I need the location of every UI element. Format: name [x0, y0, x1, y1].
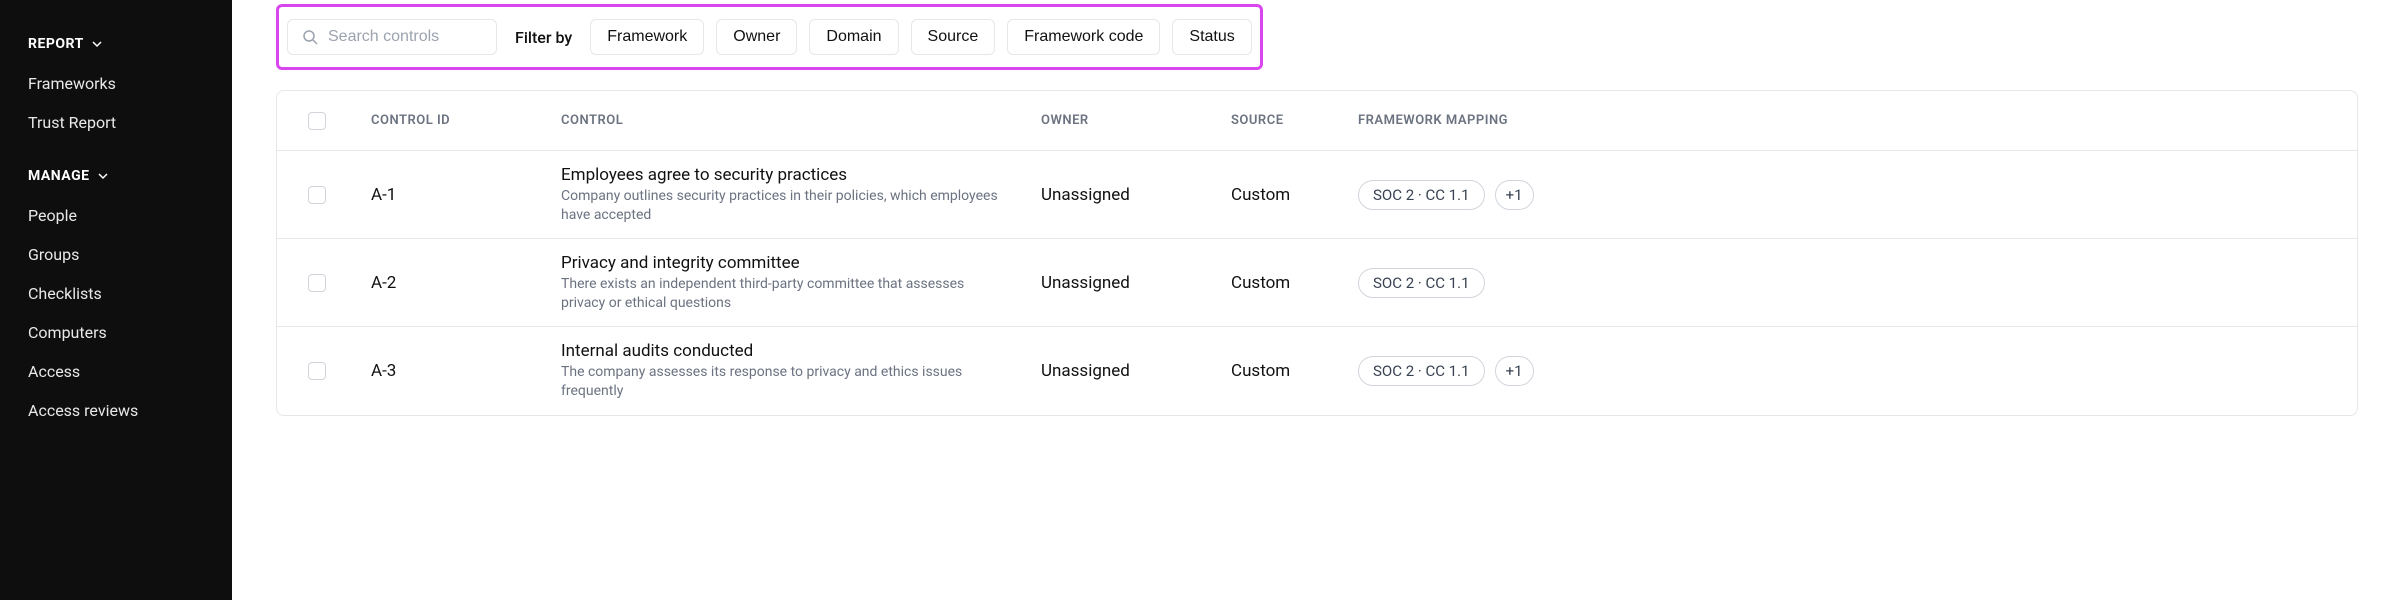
app-root: REPORT Frameworks Trust Report MANAGE Pe… — [0, 0, 2402, 600]
sidebar-section-manage[interactable]: MANAGE — [0, 156, 232, 196]
mapping-pill: SOC 2 · CC 1.1 — [1358, 356, 1485, 386]
control-desc: There exists an independent third-party … — [561, 275, 1001, 313]
sidebar-item-checklists[interactable]: Checklists — [0, 274, 232, 313]
sidebar: REPORT Frameworks Trust Report MANAGE Pe… — [0, 0, 232, 600]
control-title: Internal audits conducted — [561, 341, 1013, 361]
sidebar-item-people[interactable]: People — [0, 196, 232, 235]
th-mapping: FRAMEWORK MAPPING — [1344, 113, 2357, 128]
control-desc: The company assesses its response to pri… — [561, 363, 1001, 401]
control-title: Employees agree to security practices — [561, 165, 1013, 185]
th-control-id: CONTROL ID — [357, 113, 547, 128]
cell-source: Custom — [1217, 361, 1344, 381]
sidebar-item-trust-report[interactable]: Trust Report — [0, 103, 232, 142]
row-checkbox[interactable] — [308, 186, 326, 204]
control-title: Privacy and integrity committee — [561, 253, 1013, 273]
cell-control-id: A-2 — [357, 273, 547, 293]
sidebar-item-access[interactable]: Access — [0, 352, 232, 391]
row-checkbox[interactable] — [308, 274, 326, 292]
controls-table: CONTROL ID CONTROL OWNER SOURCE FRAMEWOR… — [276, 90, 2358, 416]
mapping-pill: SOC 2 · CC 1.1 — [1358, 180, 1485, 210]
table-header-row: CONTROL ID CONTROL OWNER SOURCE FRAMEWOR… — [277, 91, 2357, 151]
cell-owner: Unassigned — [1027, 185, 1217, 205]
cell-owner: Unassigned — [1027, 273, 1217, 293]
sidebar-item-access-reviews[interactable]: Access reviews — [0, 391, 232, 430]
filter-bar: Filter by Framework Owner Domain Source … — [276, 4, 1263, 70]
sidebar-item-groups[interactable]: Groups — [0, 235, 232, 274]
table-row[interactable]: A-3 Internal audits conducted The compan… — [277, 327, 2357, 415]
filter-source[interactable]: Source — [911, 19, 996, 55]
filter-framework[interactable]: Framework — [590, 19, 704, 55]
search-icon — [302, 29, 318, 45]
mapping-pill: SOC 2 · CC 1.1 — [1358, 268, 1485, 298]
main-content: Filter by Framework Owner Domain Source … — [232, 0, 2402, 600]
table-row[interactable]: A-2 Privacy and integrity committee Ther… — [277, 239, 2357, 327]
sidebar-item-computers[interactable]: Computers — [0, 313, 232, 352]
row-checkbox[interactable] — [308, 362, 326, 380]
filter-by-label: Filter by — [509, 28, 578, 47]
mapping-extra-pill: +1 — [1495, 356, 1534, 386]
th-owner: OWNER — [1027, 113, 1217, 128]
mapping-extra-pill: +1 — [1495, 180, 1534, 210]
sidebar-section-label: MANAGE — [28, 168, 90, 184]
caret-down-icon — [92, 41, 102, 48]
table-row[interactable]: A-1 Employees agree to security practice… — [277, 151, 2357, 239]
select-all-checkbox[interactable] — [308, 112, 326, 130]
caret-down-icon — [98, 173, 108, 180]
cell-control-id: A-1 — [357, 185, 547, 205]
control-desc: Company outlines security practices in t… — [561, 187, 1001, 225]
cell-owner: Unassigned — [1027, 361, 1217, 381]
filter-owner[interactable]: Owner — [716, 19, 797, 55]
filter-framework-code[interactable]: Framework code — [1007, 19, 1160, 55]
cell-source: Custom — [1217, 185, 1344, 205]
th-source: SOURCE — [1217, 113, 1344, 128]
search-box[interactable] — [287, 19, 497, 55]
filter-domain[interactable]: Domain — [809, 19, 898, 55]
cell-source: Custom — [1217, 273, 1344, 293]
sidebar-section-report[interactable]: REPORT — [0, 24, 232, 64]
sidebar-section-label: REPORT — [28, 36, 84, 52]
search-input[interactable] — [328, 28, 535, 46]
th-control: CONTROL — [547, 113, 1027, 128]
sidebar-item-frameworks[interactable]: Frameworks — [0, 64, 232, 103]
filter-status[interactable]: Status — [1172, 19, 1251, 55]
cell-control-id: A-3 — [357, 361, 547, 381]
